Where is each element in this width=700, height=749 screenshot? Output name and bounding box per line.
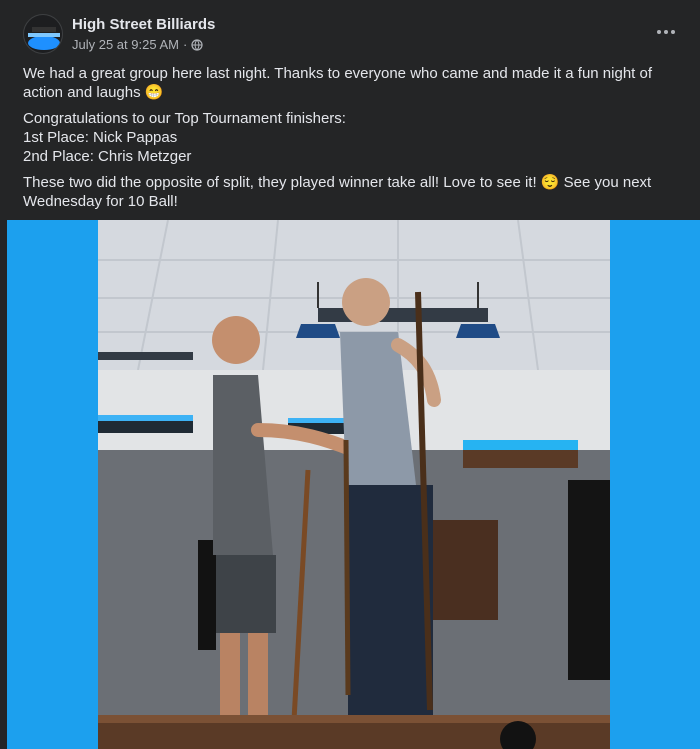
post-paragraph-results: Congratulations to our Top Tournament fi… xyxy=(23,109,673,166)
post-photo-container[interactable] xyxy=(7,220,700,749)
post-photo[interactable] xyxy=(98,220,610,749)
globe-icon xyxy=(191,38,203,51)
more-options-button[interactable] xyxy=(654,22,678,42)
post-text: We had a great group here last night. Th… xyxy=(23,64,673,218)
billiards-avatar-icon xyxy=(24,15,62,53)
more-horizontal-icon xyxy=(657,30,675,34)
second-place-line: 2nd Place: Chris Metzger xyxy=(23,148,192,165)
billiards-photo-image xyxy=(98,220,610,749)
facebook-post: High Street Billiards July 25 at 9:25 AM… xyxy=(0,0,700,749)
post-meta: July 25 at 9:25 AM · xyxy=(72,37,203,52)
first-place-line: 1st Place: Nick Pappas xyxy=(23,129,178,146)
post-timestamp[interactable]: July 25 at 9:25 AM xyxy=(72,37,179,52)
meta-separator: · xyxy=(182,37,188,52)
results-heading: Congratulations to our Top Tournament fi… xyxy=(23,110,346,127)
page-avatar[interactable] xyxy=(23,14,63,54)
post-header: High Street Billiards July 25 at 9:25 AM… xyxy=(0,0,700,64)
post-paragraph-intro: We had a great group here last night. Th… xyxy=(23,65,653,101)
post-paragraph-outro: These two did the opposite of split, the… xyxy=(23,174,652,210)
page-name[interactable]: High Street Billiards xyxy=(72,16,215,33)
